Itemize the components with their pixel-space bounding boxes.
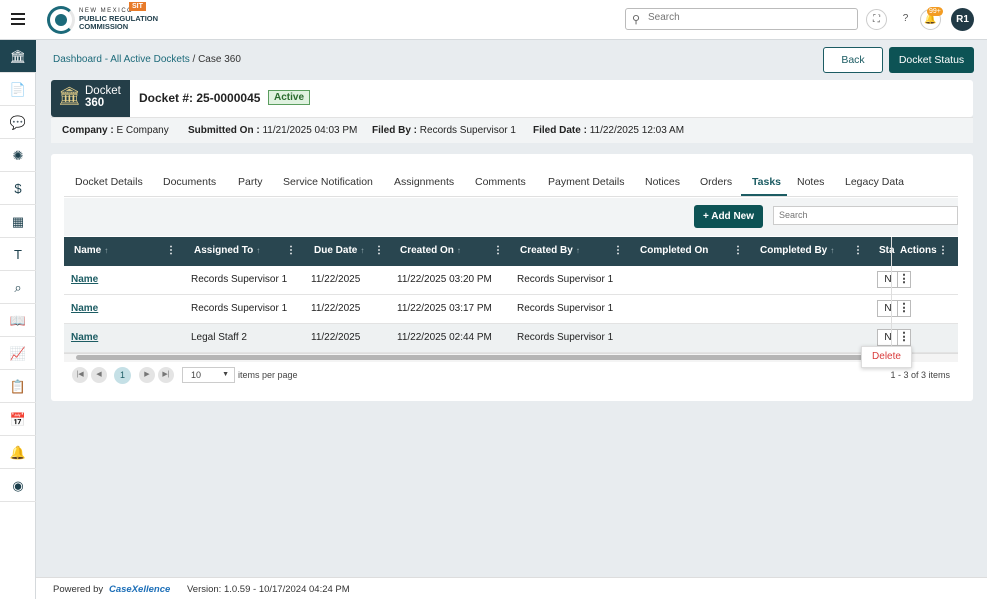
calendar-icon[interactable]: 📅 xyxy=(0,403,36,436)
book-icon[interactable]: 📖 xyxy=(0,304,36,337)
clipboard-icon[interactable]: 📋 xyxy=(0,370,36,403)
tab-notes[interactable]: Notes xyxy=(797,176,824,188)
add-new-button[interactable]: + Add New xyxy=(694,205,763,228)
search-scan-icon[interactable]: ⌕ xyxy=(0,271,36,304)
tab-assignments[interactable]: Assignments xyxy=(394,176,454,188)
table-row: Name Records Supervisor 1 11/22/2025 11/… xyxy=(64,266,958,295)
tab-tasks[interactable]: Tasks xyxy=(752,176,781,188)
sort-icon: ↑ xyxy=(256,246,261,255)
scrollbar-thumb[interactable] xyxy=(76,355,876,360)
sort-icon: ↑ xyxy=(360,246,365,255)
hamburger-menu-icon[interactable] xyxy=(11,13,25,25)
tab-divider xyxy=(64,196,958,197)
table-row: Name Legal Staff 2 11/22/2025 11/22/2025… xyxy=(64,324,958,353)
notification-badge: 99+ xyxy=(927,7,943,16)
env-badge: SIT xyxy=(129,2,146,11)
help-icon[interactable]: ? xyxy=(895,9,916,30)
tab-payment-details[interactable]: Payment Details xyxy=(548,176,624,188)
col-created-by[interactable]: Created By ↑ xyxy=(520,245,580,256)
fullscreen-icon[interactable]: ⛶ xyxy=(866,9,887,30)
search-icon: ⚲ xyxy=(632,14,641,26)
docket-status-button[interactable]: Docket Status xyxy=(889,47,974,73)
version-text: Version: 1.0.59 - 10/17/2024 04:24 PM xyxy=(187,584,350,595)
column-menu-icon[interactable]: ⋮ xyxy=(374,245,384,256)
docket-meta: Company : E Company Submitted On : 11/21… xyxy=(51,117,973,143)
gear-burst-icon[interactable]: ✺ xyxy=(0,139,36,172)
building-icon[interactable]: ▦ xyxy=(0,205,36,238)
task-name-link[interactable]: Name xyxy=(71,274,98,285)
column-menu-icon[interactable]: ⋮ xyxy=(166,245,176,256)
top-bar: NEW MEXICO PUBLIC REGULATION COMMISSION S… xyxy=(0,0,987,40)
page-current[interactable]: 1 xyxy=(114,367,131,384)
bank-icon: 🏛 xyxy=(58,86,81,106)
last-page-icon[interactable]: ▶| xyxy=(158,367,174,383)
breadcrumb-current: Case 360 xyxy=(198,54,241,65)
pager-info: 1 - 3 of 3 items xyxy=(890,370,950,380)
sort-icon: ↑ xyxy=(575,246,580,255)
tab-comments[interactable]: Comments xyxy=(475,176,526,188)
grid-search-input[interactable] xyxy=(779,210,949,220)
tab-documents[interactable]: Documents xyxy=(163,176,216,188)
col-assigned-to[interactable]: Assigned To ↑ xyxy=(194,245,260,256)
sort-icon: ↑ xyxy=(456,246,461,255)
delete-menu-item[interactable]: Delete xyxy=(861,346,912,368)
tab-orders[interactable]: Orders xyxy=(700,176,732,188)
actions-column-divider xyxy=(891,237,958,353)
col-completed-by[interactable]: Completed By ↑ xyxy=(760,245,834,256)
breadcrumb-link[interactable]: Dashboard - All Active Dockets xyxy=(53,54,190,65)
tab-notices[interactable]: Notices xyxy=(645,176,680,188)
footer-brand-logo: CaseXellence xyxy=(109,584,171,595)
tab-docket-details[interactable]: Docket Details xyxy=(75,176,143,188)
tab-legacy-data[interactable]: Legacy Data xyxy=(845,176,904,188)
chart-icon[interactable]: 📈 xyxy=(0,337,36,370)
logo-icon xyxy=(47,6,75,34)
task-name-link[interactable]: Name xyxy=(71,332,98,343)
table-row: Name Records Supervisor 1 11/22/2025 11/… xyxy=(64,295,958,324)
tab-service-notification[interactable]: Service Notification xyxy=(283,176,373,188)
col-name[interactable]: Name ↑ xyxy=(74,245,108,256)
prev-page-icon[interactable]: ◀ xyxy=(91,367,107,383)
tab-active-underline xyxy=(741,194,787,196)
t-box-icon[interactable]: T xyxy=(0,238,36,271)
first-page-icon[interactable]: |◀ xyxy=(72,367,88,383)
user-circle-icon[interactable]: ◉ xyxy=(0,469,36,502)
bank-icon[interactable]: 🏛 xyxy=(0,40,36,73)
docket-title: Docket #: 25-0000045 xyxy=(139,91,261,105)
document-icon[interactable]: 📄 xyxy=(0,73,36,106)
dollar-doc-icon[interactable]: $ xyxy=(0,172,36,205)
footer: Powered by CaseXellence Version: 1.0.59 … xyxy=(36,577,987,599)
column-menu-icon[interactable]: ⋮ xyxy=(493,245,503,256)
global-search[interactable]: ⚲ xyxy=(625,8,858,30)
items-per-page-label: items per page xyxy=(238,370,298,380)
avatar[interactable]: R1 xyxy=(951,8,974,31)
column-menu-icon[interactable]: ⋮ xyxy=(613,245,623,256)
sort-icon: ↑ xyxy=(104,246,109,255)
table-header: Name ↑ ⋮ Assigned To ↑ ⋮ Due Date ↑ ⋮ Creat… xyxy=(64,237,958,266)
column-menu-icon[interactable]: ⋮ xyxy=(853,245,863,256)
chat-icon[interactable]: 💬 xyxy=(0,106,36,139)
tab-party[interactable]: Party xyxy=(238,176,263,188)
next-page-icon[interactable]: ▶ xyxy=(139,367,155,383)
docket-badge: 🏛 Docket 360 xyxy=(51,80,130,117)
bell-icon[interactable]: 🔔 xyxy=(0,436,36,469)
column-menu-icon[interactable]: ⋮ xyxy=(286,245,296,256)
status-badge: Active xyxy=(268,90,311,105)
logo-name: PUBLIC REGULATION COMMISSION xyxy=(79,14,159,31)
col-due-date[interactable]: Due Date ↑ xyxy=(314,245,364,256)
page-size-select[interactable]: 10 ▼ xyxy=(182,367,235,383)
global-search-input[interactable] xyxy=(648,12,848,23)
task-name-link[interactable]: Name xyxy=(71,303,98,314)
sort-icon: ↑ xyxy=(830,246,835,255)
pager: |◀ ◀ 1 ▶ ▶| 10 ▼ items per page 1 - 3 of … xyxy=(64,362,958,387)
chevron-down-icon: ▼ xyxy=(222,371,229,378)
grid-search[interactable] xyxy=(773,206,958,225)
sidebar: 🏛 📄 💬 ✺ $ ▦ T ⌕ 📖 📈 📋 📅 🔔 ◉ xyxy=(0,40,36,599)
back-button[interactable]: Back xyxy=(823,47,883,73)
breadcrumb: Dashboard - All Active Dockets / Case 36… xyxy=(53,54,241,65)
column-menu-icon[interactable]: ⋮ xyxy=(733,245,743,256)
col-created-on[interactable]: Created On ↑ xyxy=(400,245,461,256)
col-completed-on[interactable]: Completed On xyxy=(640,245,708,256)
